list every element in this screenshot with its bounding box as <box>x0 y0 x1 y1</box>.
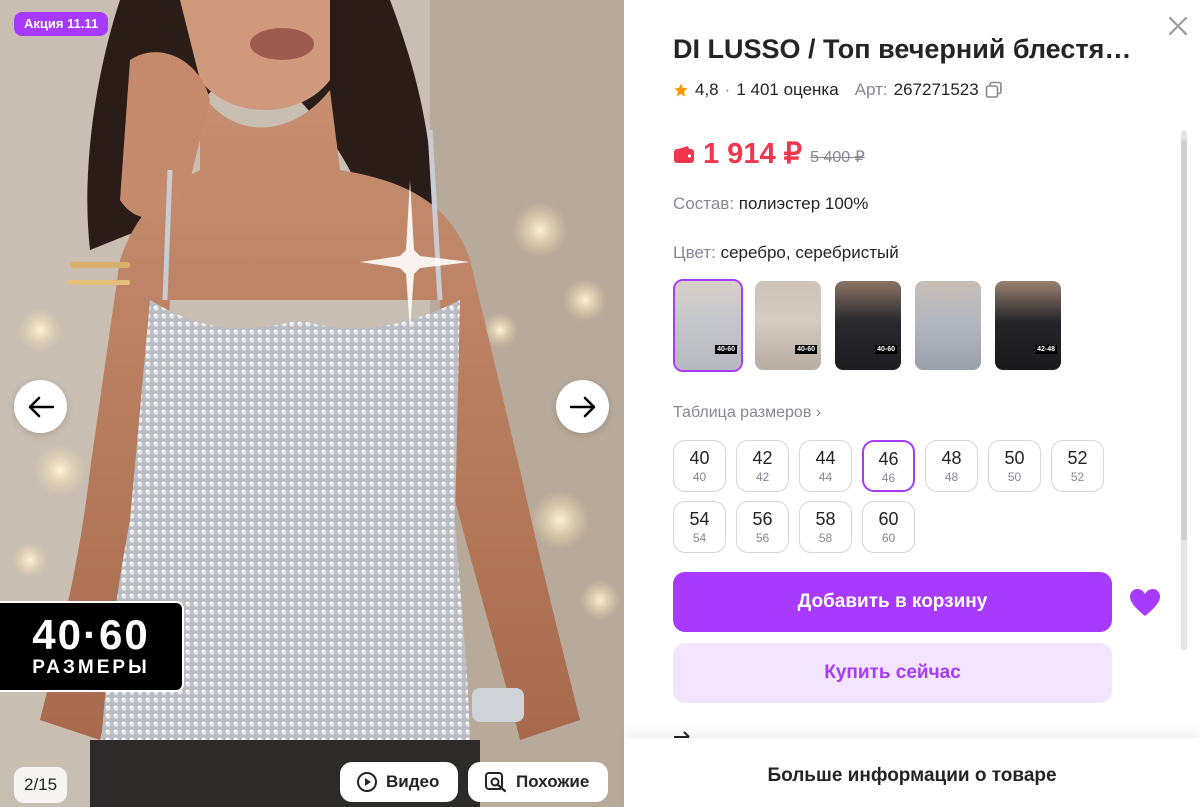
color-variant-thumb[interactable]: 40-60 <box>833 279 903 372</box>
size-option[interactable]: 44 44 <box>799 440 852 492</box>
size-ru: 48 <box>944 470 959 484</box>
size-value: 56 <box>752 509 773 529</box>
size-option[interactable]: 48 48 <box>925 440 978 492</box>
variant-size-label: 40-60 <box>795 345 817 354</box>
price-row: 1 914 ₽ 5 400 ₽ <box>673 136 865 171</box>
size-ru: 46 <box>881 471 896 485</box>
size-ru: 60 <box>881 531 896 545</box>
meta-separator: · <box>724 80 731 99</box>
heart-icon[interactable] <box>1129 588 1161 618</box>
rating-value: 4,8 <box>695 80 719 99</box>
size-value: 50 <box>1004 448 1025 468</box>
size-option[interactable]: 60 60 <box>862 501 915 553</box>
size-value: 42 <box>752 448 773 468</box>
size-value: 48 <box>941 448 962 468</box>
size-selector: 40 40 42 42 44 44 46 46 48 48 50 50 52 52 54 54 … <box>673 440 1123 553</box>
size-ru: 42 <box>755 470 770 484</box>
size-value: 60 <box>878 509 899 529</box>
size-option[interactable]: 50 50 <box>988 440 1041 492</box>
color-label: Цвет: <box>673 243 716 262</box>
color-variants: 40-60 40-60 40-60 42-48 <box>673 279 1063 372</box>
size-range-badge: 40·60 РАЗМЕРЫ <box>0 601 184 692</box>
color-variant-thumb[interactable]: 40-60 <box>673 279 743 372</box>
color-variant-thumb[interactable]: 40-60 <box>753 279 823 372</box>
size-ru: 58 <box>818 531 833 545</box>
size-option[interactable]: 42 42 <box>736 440 789 492</box>
size-option[interactable]: 54 54 <box>673 501 726 553</box>
next-image-button[interactable] <box>556 380 609 433</box>
prev-image-button[interactable] <box>14 380 67 433</box>
article-number: 267271523 <box>893 80 979 99</box>
size-range-caption: РАЗМЕРЫ <box>32 657 150 678</box>
current-price: 1 914 ₽ <box>703 138 803 170</box>
promo-badge: Акция 11.11 <box>14 12 109 36</box>
arrow-right-icon <box>569 396 595 417</box>
product-title: DI LUSSO / Топ вечерний блестящий <box>673 34 1143 64</box>
color-line: Цвет: серебро, серебристый <box>673 243 899 263</box>
buy-now-button[interactable]: Купить сейчас <box>673 643 1112 703</box>
add-to-cart-button[interactable]: Добавить в корзину <box>673 572 1112 632</box>
composition-label: Состав: <box>673 194 735 213</box>
size-ru: 44 <box>818 470 833 484</box>
more-info-button[interactable]: Больше информации о товаре <box>624 738 1200 807</box>
variant-size-label: 40-60 <box>875 345 897 354</box>
close-icon[interactable] <box>1166 14 1190 38</box>
size-ru: 54 <box>692 531 707 545</box>
size-option[interactable]: 58 58 <box>799 501 852 553</box>
size-value: 40 <box>689 448 710 468</box>
size-ru: 50 <box>1007 470 1022 484</box>
copy-icon[interactable] <box>985 81 1003 99</box>
play-icon <box>357 772 377 792</box>
size-value: 52 <box>1067 448 1088 468</box>
size-table-link[interactable]: Таблица размеров › <box>673 404 821 422</box>
video-button[interactable]: Видео <box>340 762 458 802</box>
variant-size-label: 40-60 <box>715 345 737 354</box>
product-meta: 4,8 · 1 401 оценка Арт: 267271523 <box>673 80 1003 100</box>
size-value: 58 <box>815 509 836 529</box>
size-value: 54 <box>689 509 710 529</box>
variant-size-label: 42-48 <box>1035 345 1057 354</box>
scrollbar-thumb[interactable] <box>1181 140 1187 540</box>
color-variant-thumb[interactable] <box>913 279 983 372</box>
article-label: Арт: <box>854 80 888 99</box>
size-ru: 40 <box>692 470 707 484</box>
similar-button[interactable]: Похожие <box>468 762 608 802</box>
reviews-count[interactable]: 1 401 оценка <box>736 80 838 100</box>
color-value: серебро, серебристый <box>720 243 899 262</box>
chevron-right-icon: › <box>815 404 822 421</box>
size-value: 46 <box>878 449 899 469</box>
video-label: Видео <box>386 772 440 791</box>
size-table-label: Таблица размеров <box>673 404 812 421</box>
color-variant-thumb[interactable]: 42-48 <box>993 279 1063 372</box>
size-ru: 52 <box>1070 470 1085 484</box>
visual-search-icon <box>485 772 507 793</box>
wallet-icon <box>674 145 694 163</box>
image-counter: 2/15 <box>14 767 68 803</box>
old-price: 5 400 ₽ <box>810 148 865 166</box>
size-option[interactable]: 56 56 <box>736 501 789 553</box>
size-option-selected[interactable]: 46 46 <box>862 440 915 492</box>
size-option[interactable]: 52 52 <box>1051 440 1104 492</box>
star-icon <box>674 83 688 97</box>
size-ru: 56 <box>755 531 770 545</box>
composition-value: полиэстер 100% <box>738 194 869 213</box>
size-range-value: 40·60 <box>32 611 150 658</box>
size-value: 44 <box>815 448 836 468</box>
composition: Состав: полиэстер 100% <box>673 194 868 214</box>
similar-label: Похожие <box>516 772 590 791</box>
product-gallery: Акция 11.11 40·60 РАЗМЕРЫ 2/15 Видео Пох… <box>0 0 624 807</box>
size-option[interactable]: 40 40 <box>673 440 726 492</box>
arrow-left-icon <box>28 396 54 417</box>
product-details-panel: DI LUSSO / Топ вечерний блестящий 4,8 · … <box>624 0 1200 807</box>
